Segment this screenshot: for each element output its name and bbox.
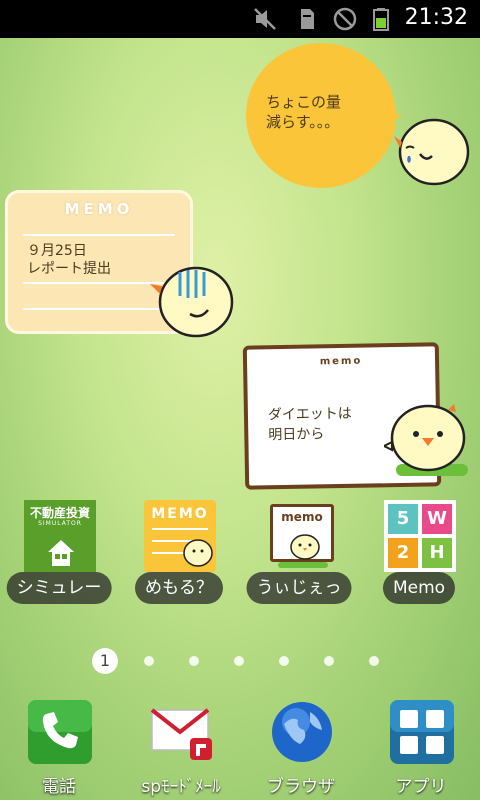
widget-icon-text: memo [281, 510, 323, 524]
page-dot[interactable] [324, 656, 334, 666]
page-dot[interactable] [189, 656, 199, 666]
page-dot[interactable] [144, 656, 154, 666]
phone-icon [28, 700, 92, 764]
app-simulator[interactable]: 不動産投資 SIMULATOR シミュレー [0, 500, 118, 610]
page-dot[interactable] [369, 656, 379, 666]
app-label: めもる？ [135, 572, 223, 604]
dock-label: ブラウザ [267, 777, 335, 797]
page-indicator: 1 [0, 648, 480, 674]
house-icon [48, 540, 74, 566]
dock-phone[interactable]: 電話 [4, 700, 114, 800]
dock-label: 電話 [42, 777, 76, 797]
simulator-icon-text: 不動産投資 [29, 506, 90, 520]
memo-icon-text: MEMO [151, 506, 209, 522]
dock-apps[interactable]: アプリ [366, 700, 476, 800]
status-bar: 21:32 [0, 0, 480, 38]
small-chick-icon [290, 534, 320, 560]
app-widget[interactable]: memo うぃじぇっ [240, 500, 358, 610]
tile-2: 2 [388, 538, 418, 568]
simulator-icon-subtext: SIMULATOR [38, 520, 82, 527]
dock-label: アプリ [395, 777, 447, 797]
mail-icon [150, 708, 212, 760]
paper-memo-title: memo [319, 355, 363, 368]
app-label: うぃじぇっ [246, 572, 352, 604]
globe-icon [272, 702, 332, 762]
app-memoru[interactable]: MEMO めもる？ [120, 500, 238, 610]
app-memo[interactable]: 5 W 2 H Memo [360, 500, 478, 610]
tile-h: H [422, 538, 452, 568]
dock-label: spﾓｰﾄﾞﾒｰﾙ [141, 777, 221, 797]
memo-card-rule [23, 234, 175, 236]
tile-w: W [422, 504, 452, 534]
sd-card-icon [301, 9, 314, 29]
bubble-text: ちょこの量 減らす。。。 [266, 93, 342, 131]
page-dot[interactable] [234, 656, 244, 666]
paper-memo-text: ダイエットは 明日から [267, 405, 352, 444]
page-dot[interactable] [279, 656, 289, 666]
dock-browser[interactable]: ブラウザ [246, 700, 356, 800]
no-signal-icon [333, 7, 357, 31]
app-label: シミュレー [6, 572, 112, 604]
real-estate-simulator-icon: 不動産投資 SIMULATOR [24, 500, 96, 572]
memo-widget-icon: memo [264, 500, 336, 572]
5w2h-memo-icon: 5 W 2 H [384, 500, 456, 572]
sad-chick-icon [394, 118, 470, 186]
battery-icon [373, 8, 389, 31]
chick-icon [384, 404, 466, 472]
memo-chick-icon: MEMO [144, 500, 216, 572]
thinking-chick-icon [150, 266, 234, 338]
memo-card-text: ９月25日 レポート提出 [27, 243, 111, 277]
dock-sp-mail[interactable]: spﾓｰﾄﾞﾒｰﾙ [126, 700, 236, 800]
app-label: Memo [382, 572, 456, 604]
page-indicator-current[interactable]: 1 [92, 648, 118, 674]
clock: 21:32 [404, 5, 468, 30]
small-chick-icon [183, 539, 213, 567]
memo-card-title: MEMO [64, 200, 134, 218]
tile-5: 5 [388, 504, 418, 534]
app-drawer-icon [390, 700, 454, 764]
mute-icon [254, 8, 276, 30]
